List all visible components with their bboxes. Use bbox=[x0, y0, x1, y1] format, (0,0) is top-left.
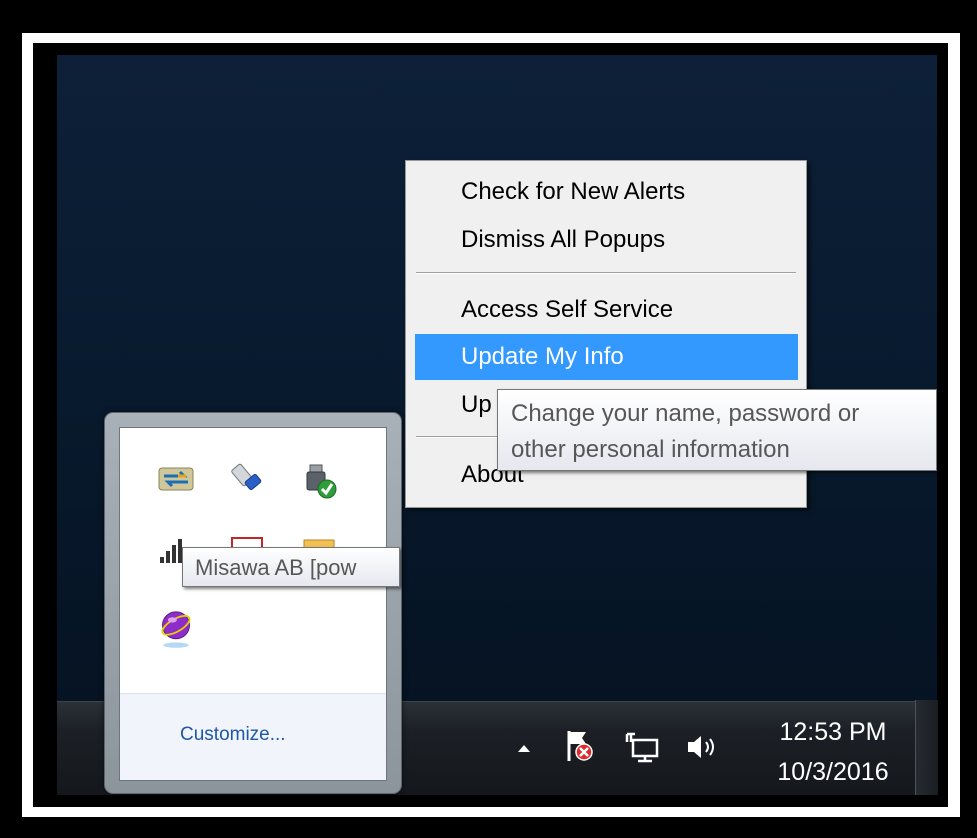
network-icon[interactable] bbox=[624, 730, 660, 764]
customize-link[interactable]: Customize... bbox=[180, 724, 286, 746]
show-desktop-button[interactable] bbox=[915, 700, 938, 795]
overflow-footer: Customize... bbox=[120, 693, 386, 780]
usb-connected-check-icon[interactable] bbox=[302, 463, 338, 499]
menu-separator bbox=[416, 272, 796, 274]
usb-eject-icon[interactable] bbox=[230, 461, 266, 497]
taskbar-clock[interactable]: 12:53 PM 10/3/2016 bbox=[763, 712, 903, 792]
clock-time: 12:53 PM bbox=[779, 718, 887, 746]
menu-item-self-service[interactable]: Access Self Service bbox=[415, 287, 798, 333]
menu-item-check-alerts[interactable]: Check for New Alerts bbox=[415, 169, 798, 215]
purple-orb-icon[interactable] bbox=[158, 610, 194, 648]
menu-item-update-info[interactable]: Update My Info bbox=[415, 334, 798, 380]
tooltip-line-1: Change your name, password or bbox=[511, 400, 860, 427]
menu-item-tooltip: Change your name, password or other pers… bbox=[497, 389, 937, 471]
tray-icon-tooltip: Misawa AB [pow bbox=[182, 547, 400, 587]
menu-item-dismiss-popups[interactable]: Dismiss All Popups bbox=[415, 217, 798, 263]
tooltip-line-2: other personal information bbox=[511, 436, 790, 463]
overflow-panel: Customize... bbox=[119, 427, 387, 781]
notification-area-overflow: Customize... bbox=[104, 412, 402, 794]
show-hidden-icons-arrow-icon[interactable] bbox=[512, 736, 536, 760]
exchange-arrows-icon[interactable] bbox=[158, 461, 194, 497]
volume-icon[interactable] bbox=[684, 732, 720, 762]
action-center-flag-icon[interactable] bbox=[562, 728, 598, 764]
clock-date: 10/3/2016 bbox=[777, 758, 889, 786]
